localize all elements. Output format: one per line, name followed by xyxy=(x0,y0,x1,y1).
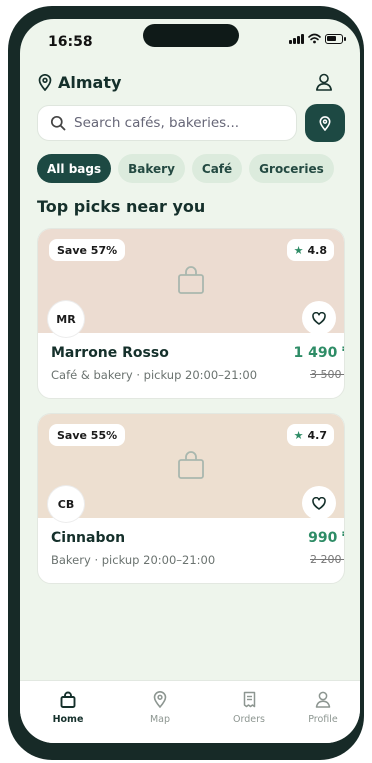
nav-map[interactable]: Map xyxy=(125,691,195,725)
user-icon xyxy=(315,691,331,708)
dynamic-island xyxy=(143,24,239,47)
discount-badge: Save 55% xyxy=(49,424,126,446)
location-pin-icon xyxy=(38,74,52,91)
battery-icon xyxy=(324,33,346,44)
shopping-bag-icon xyxy=(178,451,204,479)
phone-frame: 16:58 Almaty Search cafés, bakeries... A… xyxy=(8,6,364,760)
chip-all-bags[interactable]: All bags xyxy=(37,154,112,183)
store-meta: Bakery · pickup 20:00–21:00 xyxy=(51,553,216,567)
favorite-button[interactable] xyxy=(302,301,336,335)
store-logo: MR xyxy=(48,301,84,337)
section-title: Top picks near you xyxy=(37,197,206,216)
heart-icon xyxy=(312,311,326,325)
rating-value: 4.8 xyxy=(307,243,328,257)
profile-button[interactable] xyxy=(313,71,335,93)
original-price: 2 200 ₸ xyxy=(310,553,344,566)
bottom-nav: Home Map Orders Profile xyxy=(20,680,360,743)
status-icons xyxy=(289,33,346,44)
rating-badge: ★ 4.8 xyxy=(286,239,334,261)
app-screen: 16:58 Almaty Search cafés, bakeries... A… xyxy=(20,19,360,743)
original-price: 3 500 ₸ xyxy=(310,368,344,381)
nav-label: Profile xyxy=(308,714,338,725)
heart-icon xyxy=(312,496,326,510)
nav-profile[interactable]: Profile xyxy=(288,691,358,725)
map-pin-icon xyxy=(319,115,331,131)
wifi-icon xyxy=(307,33,321,44)
search-icon xyxy=(50,115,66,131)
chip-cafe[interactable]: Café xyxy=(191,154,243,183)
star-icon: ★ xyxy=(293,243,304,257)
location-label: Almaty xyxy=(58,73,122,92)
offer-card[interactable]: Save 55% ★ 4.7 CB Cinnabon Bakery · pick… xyxy=(37,413,345,584)
user-icon xyxy=(316,73,332,91)
store-logo: CB xyxy=(48,486,84,522)
rating-badge: ★ 4.7 xyxy=(286,424,334,446)
store-name: Cinnabon xyxy=(51,530,126,546)
signal-icon xyxy=(289,33,304,44)
chip-groceries[interactable]: Groceries xyxy=(249,154,334,183)
store-meta: Café & bakery · pickup 20:00–21:00 xyxy=(51,368,258,382)
rating-value: 4.7 xyxy=(307,428,328,442)
nav-label: Map xyxy=(149,714,171,725)
nav-label: Orders xyxy=(233,714,265,725)
shopping-bag-icon xyxy=(178,266,204,294)
nav-label: Home xyxy=(52,714,84,725)
chip-bakery[interactable]: Bakery xyxy=(118,154,185,183)
offer-price: 990 ₸ xyxy=(308,530,344,546)
store-name: Marrone Rosso xyxy=(51,345,169,361)
receipt-icon xyxy=(243,691,255,708)
nav-home[interactable]: Home xyxy=(33,691,103,725)
location-selector[interactable]: Almaty xyxy=(38,73,121,92)
map-button[interactable] xyxy=(305,104,345,142)
discount-badge: Save 57% xyxy=(49,239,126,261)
star-icon: ★ xyxy=(293,428,304,442)
offer-card[interactable]: Save 57% ★ 4.8 MR Marrone Rosso Café & b… xyxy=(37,228,345,399)
nav-orders[interactable]: Orders xyxy=(214,691,284,725)
status-time: 16:58 xyxy=(48,34,93,50)
category-chips: All bags Bakery Café Groceries xyxy=(37,154,334,183)
search-bar[interactable] xyxy=(37,105,297,141)
bag-icon xyxy=(60,691,76,708)
favorite-button[interactable] xyxy=(302,486,336,520)
offer-price: 1 490 ₸ xyxy=(293,345,344,361)
search-input[interactable] xyxy=(74,115,294,131)
map-pin-icon xyxy=(153,691,167,708)
